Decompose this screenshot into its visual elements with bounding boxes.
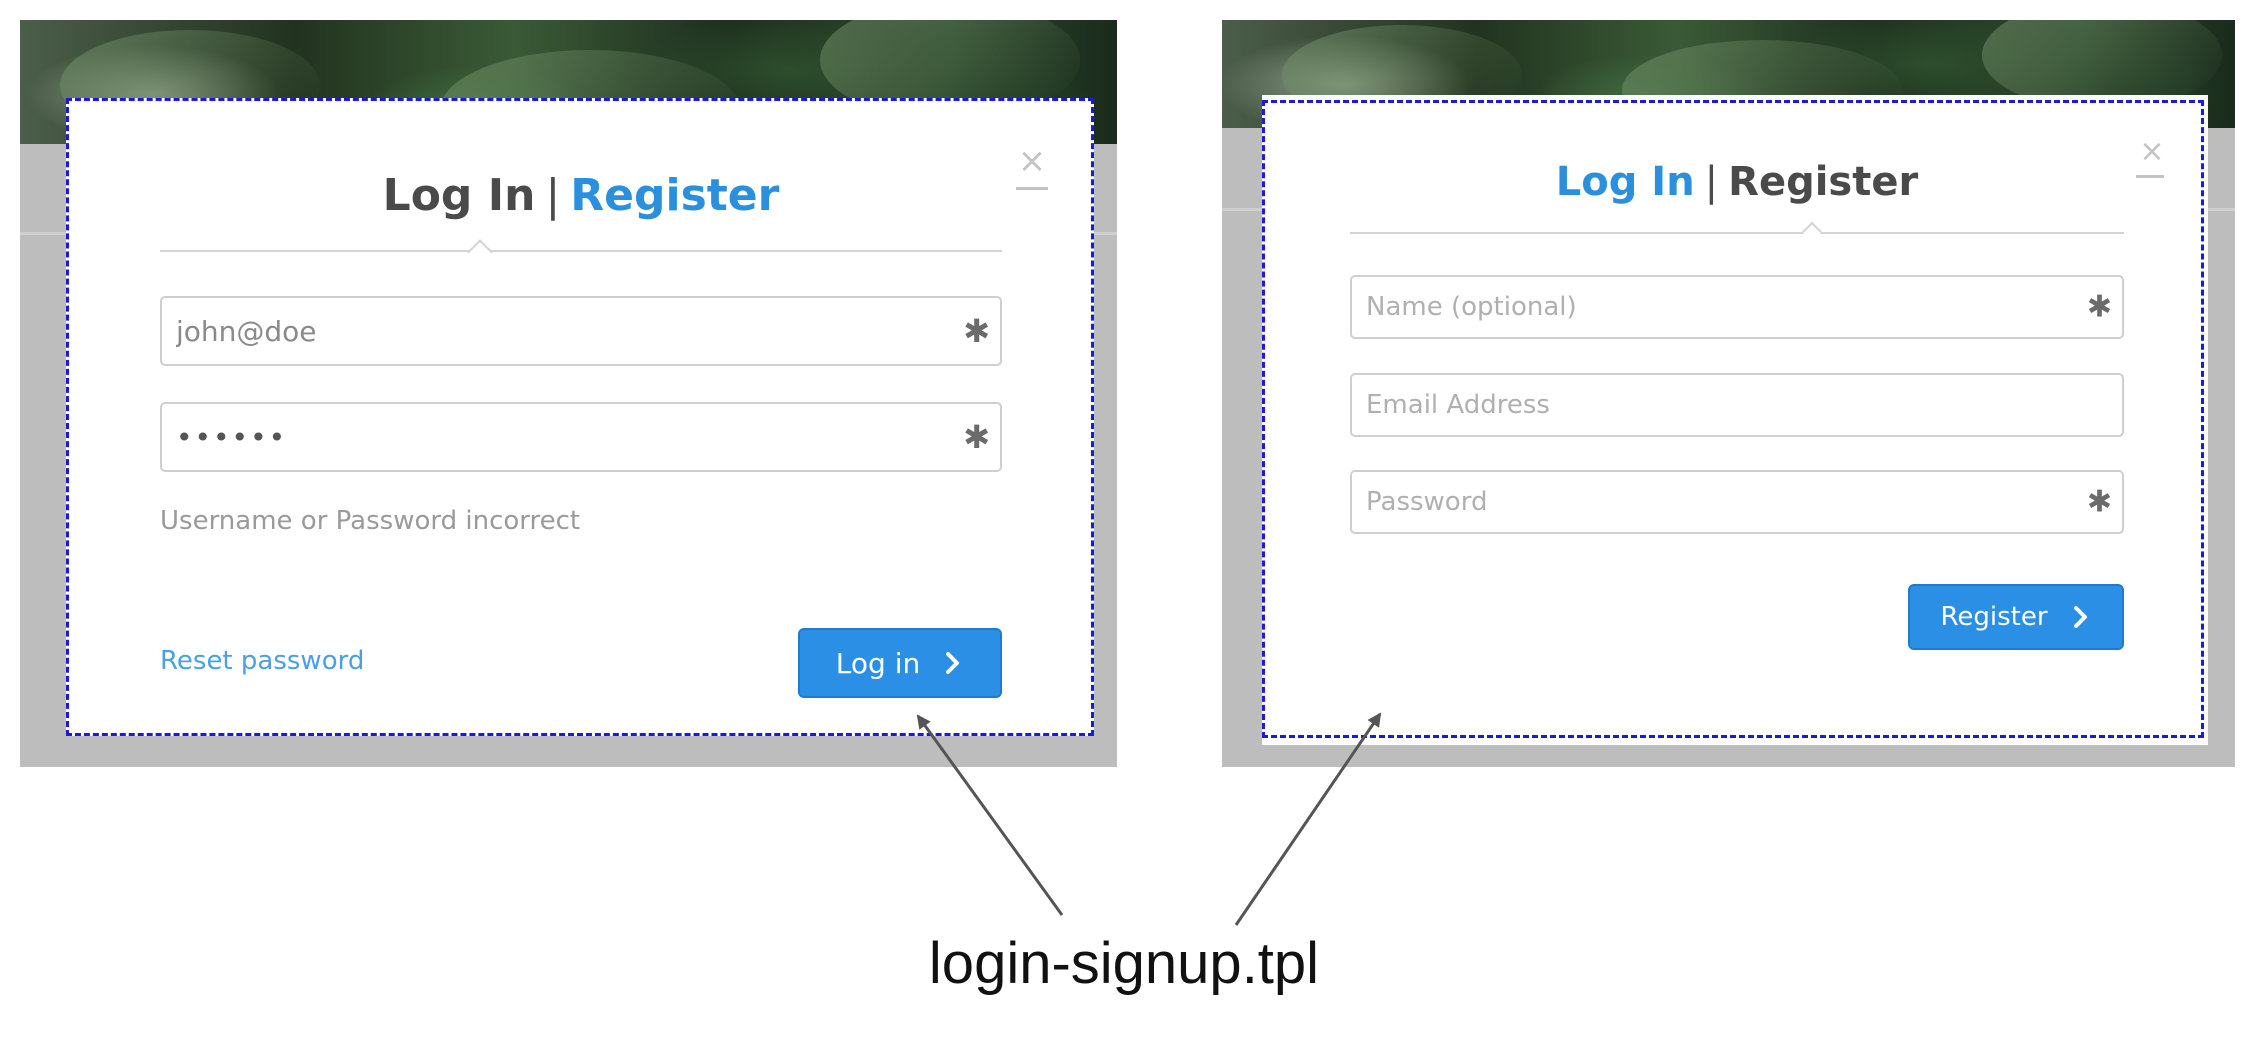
annotation-arrows: [916, 712, 1382, 926]
arrow-to-register-modal: [1234, 712, 1382, 926]
template-caption: login-signup.tpl: [928, 931, 1320, 996]
arrow-to-login-modal: [916, 714, 1064, 916]
